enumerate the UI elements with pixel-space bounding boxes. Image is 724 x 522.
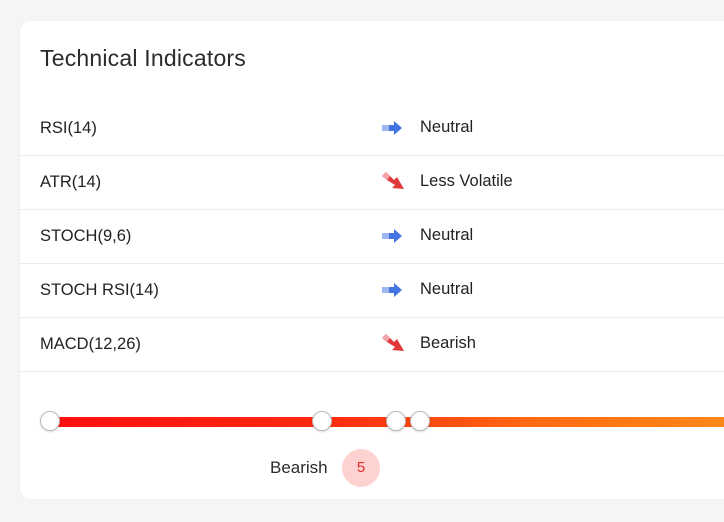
indicator-name: STOCH RSI(14): [40, 281, 159, 299]
gauge-marker[interactable]: [386, 411, 406, 431]
summary-count-badge: 5: [342, 449, 380, 487]
indicator-row-stoch-rsi: STOCH RSI(14) Neutral: [20, 264, 724, 318]
technical-indicators-card: Technical Indicators RSI(14) Neutral ATR…: [20, 21, 724, 499]
indicator-signal: Neutral: [420, 118, 474, 136]
indicator-row-macd: MACD(12,26) Bearish: [20, 318, 724, 372]
indicator-signal: Neutral: [420, 226, 474, 244]
indicator-signal: Bearish: [420, 334, 476, 352]
sentiment-gauge: Bearish 5: [20, 401, 724, 491]
indicator-name: MACD(12,26): [40, 335, 141, 353]
gauge-marker[interactable]: [40, 411, 60, 431]
panel-title: Technical Indicators: [40, 45, 246, 71]
indicator-signal: Less Volatile: [420, 172, 513, 190]
indicator-name: STOCH(9,6): [40, 227, 132, 245]
arrow-down-right-icon: [382, 172, 404, 189]
indicator-row-atr: ATR(14) Less Volatile: [20, 156, 724, 210]
arrow-right-icon: [382, 121, 402, 135]
gauge-marker[interactable]: [410, 411, 430, 431]
arrow-down-right-icon: [382, 334, 404, 351]
arrow-right-icon: [382, 229, 402, 243]
indicator-name: ATR(14): [40, 173, 102, 191]
gauge-marker[interactable]: [312, 411, 332, 431]
indicator-name: RSI(14): [40, 119, 97, 137]
indicator-signal: Neutral: [420, 280, 474, 298]
indicator-row-rsi: RSI(14) Neutral: [20, 102, 724, 156]
indicator-list: RSI(14) Neutral ATR(14) Less Volatile ST…: [20, 102, 724, 372]
arrow-right-icon: [382, 283, 402, 297]
indicator-row-stoch: STOCH(9,6) Neutral: [20, 210, 724, 264]
summary-label: Bearish: [270, 458, 328, 477]
